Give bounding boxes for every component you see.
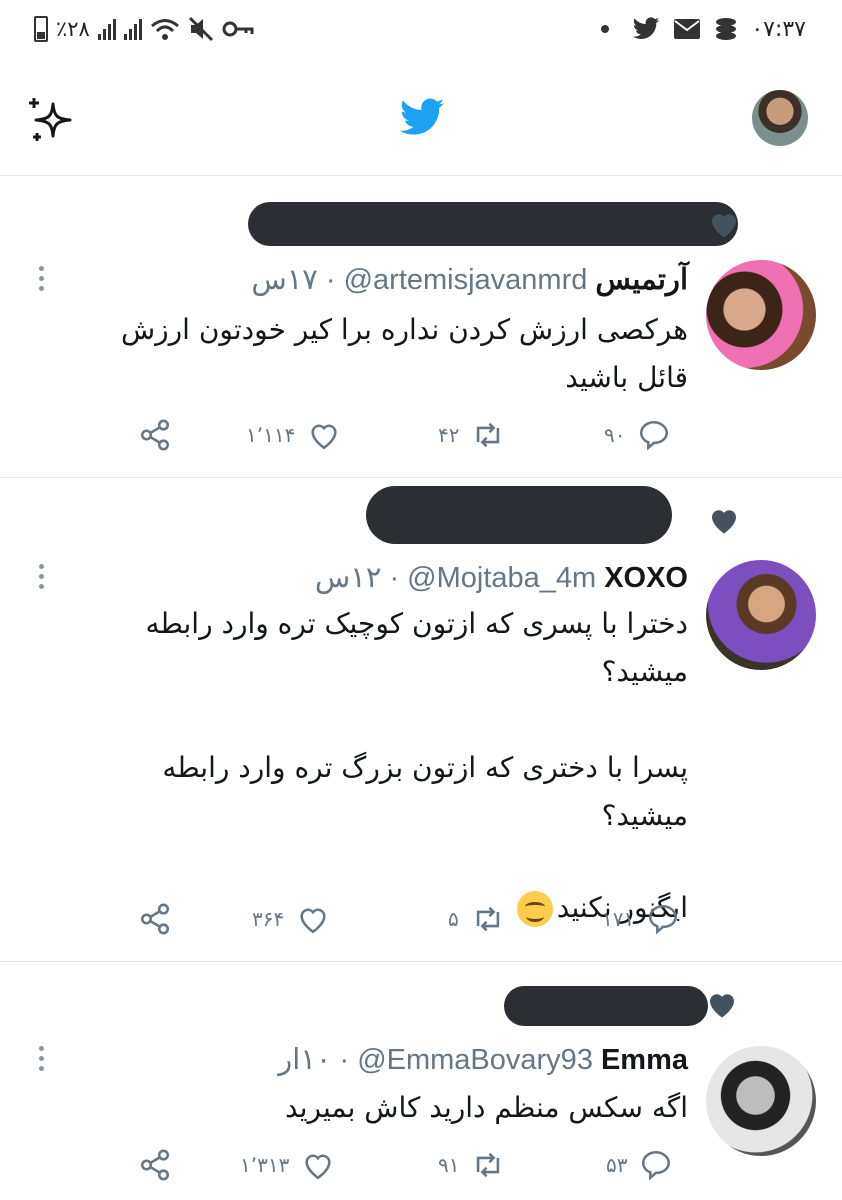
tweet-handle[interactable]: @artemisjavanmrd <box>344 264 588 297</box>
share-button[interactable] <box>138 418 172 452</box>
retweet-icon <box>477 1152 500 1178</box>
coins-icon <box>713 16 739 42</box>
more-options-icon[interactable] <box>36 266 46 296</box>
reply-count: ۹۰ <box>604 423 626 447</box>
more-options-icon[interactable] <box>36 1046 46 1076</box>
status-left: ٪۲۸ <box>34 16 254 42</box>
reply-icon <box>642 1150 671 1181</box>
tweet-card[interactable]: · ۱۲س @Mojtaba_4m XOXO دخترا با پسری که … <box>0 478 842 962</box>
tweet-handle[interactable]: @Mojtaba_4m <box>407 562 596 595</box>
tweet-author-name[interactable]: آرتمیس <box>595 262 688 297</box>
like-count: ۱٬۱۱۴ <box>246 423 296 447</box>
heart-icon <box>300 908 326 934</box>
like-count: ۱٬۳۱۳ <box>240 1153 290 1177</box>
tweet-time: · ۱۷س <box>251 264 336 296</box>
like-count: ۳۶۴ <box>252 907 285 931</box>
top-app-bar <box>0 62 842 176</box>
retweet-button[interactable]: ۵ <box>448 902 505 936</box>
reply-count: ۱۷۱ <box>602 907 635 931</box>
reply-icon <box>649 904 678 935</box>
wifi-icon <box>150 17 180 41</box>
tweet-text: هرکصی ارزش کردن نداره برا کیر خودتون ارز… <box>120 313 688 394</box>
retweet-icon <box>476 906 499 932</box>
share-icon <box>140 419 170 451</box>
tweet-actions: ۵۳ ۹۱ ۱٬۳۱۳ <box>0 1148 842 1188</box>
share-button[interactable] <box>138 1148 172 1182</box>
vpn-key-icon <box>222 19 254 39</box>
mute-icon <box>188 16 214 42</box>
battery-percent: ٪۲۸ <box>56 17 90 41</box>
tweet-time: · ۱۲س <box>314 562 400 594</box>
battery-icon <box>34 16 48 42</box>
reply-button[interactable]: ۱۷۱ <box>602 902 680 936</box>
share-icon <box>140 903 170 935</box>
more-options-icon[interactable] <box>36 564 46 594</box>
avatar[interactable] <box>706 1046 816 1156</box>
tweet-header: · ۱۷س @artemisjavanmrd آرتمیس <box>251 262 688 297</box>
redacted-liked-by-banner <box>248 202 738 246</box>
reply-button[interactable]: ۵۳ <box>606 1148 673 1182</box>
redacted-liked-by-banner <box>366 486 672 544</box>
avatar[interactable] <box>706 260 816 370</box>
like-button[interactable]: ۳۶۴ <box>252 902 330 936</box>
like-button[interactable]: ۱٬۳۱۳ <box>240 1148 335 1182</box>
tweet-author-name[interactable]: Emma <box>601 1044 688 1077</box>
status-right: ۰۷:۳۷ <box>601 16 806 42</box>
tweet-author-name[interactable]: XOXO <box>604 562 688 595</box>
retweet-button[interactable]: ۹۱ <box>438 1148 505 1182</box>
reply-count: ۵۳ <box>606 1153 628 1177</box>
heart-icon <box>311 424 337 450</box>
tweet-header: · ۱۲س @Mojtaba_4m XOXO <box>315 560 688 595</box>
retweet-button[interactable]: ۴۲ <box>438 418 505 452</box>
like-button[interactable]: ۱٬۱۱۴ <box>246 418 341 452</box>
twitter-notification-icon <box>631 17 661 41</box>
redacted-liked-by-banner <box>504 986 708 1026</box>
tweet-text: اگه سکس منظم دارید کاش بمیرید <box>285 1091 688 1124</box>
tweet-card[interactable]: · ۱۷س @artemisjavanmrd آرتمیس هرکصی ارزش… <box>0 178 842 478</box>
heart-filled-icon <box>710 994 734 1018</box>
notification-dot-icon <box>601 25 610 33</box>
twitter-bird-icon[interactable] <box>398 98 446 138</box>
share-button[interactable] <box>138 902 172 936</box>
heart-filled-icon <box>712 214 736 238</box>
status-bar: ٪۲۸ ۰۷:۳۷ <box>0 0 842 62</box>
retweet-count: ۵ <box>448 907 459 931</box>
tweet-text: دخترا با پسری که ازتون کوچیک تره وارد را… <box>145 607 688 832</box>
mail-icon <box>673 18 701 40</box>
profile-avatar[interactable] <box>752 90 808 146</box>
heart-icon <box>305 1154 331 1180</box>
retweet-icon <box>477 422 500 448</box>
tweet-actions: ۱۷۱ ۵ ۳۶۴ <box>0 902 842 942</box>
sparkle-icon[interactable] <box>26 94 76 144</box>
tweet-handle[interactable]: @EmmaBovary93 <box>357 1044 593 1077</box>
heart-filled-icon <box>712 510 736 534</box>
signal-icon <box>97 18 116 40</box>
signal-2-icon <box>123 18 142 40</box>
retweet-count: ۹۱ <box>438 1153 460 1177</box>
share-icon <box>140 1149 170 1181</box>
avatar[interactable] <box>706 560 816 670</box>
tweet-time: · ۱۰ار <box>278 1044 350 1076</box>
tweet-header: · ۱۰ار @EmmaBovary93 Emma <box>278 1042 688 1077</box>
tweet-actions: ۹۰ ۴۲ ۱٬۱۱۴ <box>0 418 842 458</box>
retweet-count: ۴۲ <box>438 423 460 447</box>
clock-time: ۰۷:۳۷ <box>751 16 806 42</box>
reply-button[interactable]: ۹۰ <box>604 418 671 452</box>
reply-icon <box>640 420 669 451</box>
tweet-card[interactable]: · ۱۰ار @EmmaBovary93 Emma اگه سکس منظم د… <box>0 962 842 1200</box>
